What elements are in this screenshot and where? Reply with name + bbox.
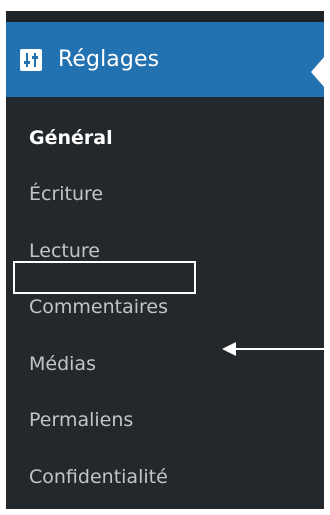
screenshot-frame: Réglages Général Écriture Lecture Commen… xyxy=(0,0,330,515)
admin-sidebar: Réglages Général Écriture Lecture Commen… xyxy=(6,11,325,509)
submenu-item-privacy[interactable]: Confidentialité xyxy=(6,457,324,497)
current-menu-notch xyxy=(311,56,325,88)
sidebar-top-edge xyxy=(6,11,324,22)
settings-sliders-icon xyxy=(20,48,42,71)
submenu-item-permalinks[interactable]: Permaliens xyxy=(6,400,324,440)
submenu-item-writing[interactable]: Écriture xyxy=(6,174,324,214)
media-highlight-box xyxy=(13,261,196,294)
arrow-left-icon xyxy=(222,342,324,356)
submenu-item-general[interactable]: Général xyxy=(6,118,324,158)
settings-menu-header[interactable]: Réglages xyxy=(6,22,325,97)
settings-menu-title: Réglages xyxy=(58,46,160,72)
